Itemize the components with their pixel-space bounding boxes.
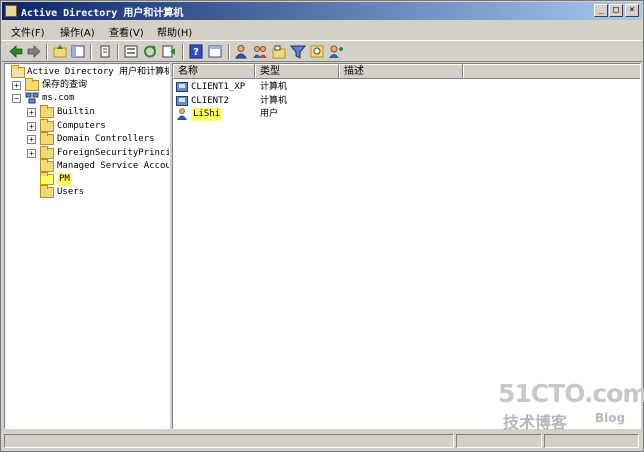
status-cell-main	[4, 434, 454, 448]
status-bar	[2, 432, 642, 450]
menu-bar: 文件(F) 操作(A) 查看(V) 帮助(H)	[2, 21, 642, 39]
user-icon	[177, 108, 187, 120]
minimize-button[interactable]: _	[594, 4, 608, 17]
show-hide-console-icon[interactable]	[207, 44, 223, 59]
svg-text:?: ?	[193, 47, 199, 58]
add-to-group-icon[interactable]	[328, 44, 344, 59]
help-icon[interactable]: ?	[188, 44, 204, 59]
tree-item-label: Managed Service Accour	[57, 161, 170, 171]
tree-item-users[interactable]: Users	[5, 185, 169, 199]
tree-item-label: ForeignSecurityPrincip	[57, 148, 170, 158]
tree-item-label: 保存的查询	[42, 80, 88, 90]
computer-icon	[176, 82, 188, 92]
tree-item-label: Builtin	[57, 107, 95, 117]
computer-icon	[176, 96, 188, 106]
menu-file[interactable]: 文件(F)	[11, 24, 45, 39]
list-item-name: CLIENT1_XP	[191, 82, 246, 92]
show-tree-icon[interactable]	[70, 44, 86, 59]
status-cell	[544, 434, 639, 448]
folder-icon	[40, 159, 54, 172]
tree-item-builtin[interactable]: + Builtin	[5, 105, 169, 119]
mmc-window: Active Directory 用户和计算机 _ □ × 文件(F) 操作(A…	[0, 0, 644, 452]
toolbar-separator	[182, 44, 184, 60]
list-item-type: 计算机	[260, 82, 288, 92]
maximize-button[interactable]: □	[609, 4, 623, 17]
tree-pane[interactable]: Active Directory 用户和计算机 + 保存的查询 − ms.com…	[4, 63, 170, 429]
status-cell	[456, 434, 542, 448]
watermark-logo: 51CTO.com	[498, 379, 644, 408]
filter-icon[interactable]	[290, 44, 306, 59]
menu-help[interactable]: 帮助(H)	[157, 24, 192, 39]
tree-item-label: Users	[57, 187, 85, 197]
console-root-icon	[11, 65, 25, 78]
toolbar-separator	[228, 44, 230, 60]
toolbar: ?	[2, 40, 642, 62]
expand-icon[interactable]: +	[27, 108, 36, 117]
expand-icon[interactable]: +	[27, 135, 36, 144]
tree-item-domain[interactable]: − ms.com	[5, 92, 169, 105]
expand-icon[interactable]: +	[27, 122, 36, 131]
toolbar-separator	[46, 44, 48, 60]
expand-icon[interactable]: +	[12, 81, 21, 90]
tree-item-managed-service-accounts[interactable]: Managed Service Accour	[5, 159, 170, 173]
up-folder-icon[interactable]	[52, 44, 68, 59]
watermark-blog: Blog	[595, 411, 626, 425]
list-item-name: CLIENT2	[191, 96, 229, 106]
tree-item-saved-queries[interactable]: + 保存的查询	[5, 78, 169, 92]
folder-icon	[40, 119, 54, 132]
new-user-icon[interactable]	[233, 44, 249, 59]
title-bar[interactable]: Active Directory 用户和计算机 _ □ ×	[2, 2, 642, 20]
tree-item-label: Computers	[57, 121, 106, 131]
column-header-empty	[463, 64, 640, 79]
folder-icon	[40, 146, 54, 159]
folder-icon	[40, 185, 54, 198]
list-item[interactable]: LiShi 用户	[175, 108, 475, 121]
window-title: Active Directory 用户和计算机	[21, 8, 184, 19]
forward-icon[interactable]	[26, 44, 42, 59]
tree-item-label: ms.com	[42, 93, 75, 103]
list-item-type: 用户	[260, 109, 279, 119]
menu-action[interactable]: 操作(A)	[60, 24, 95, 39]
toolbar-separator	[117, 44, 119, 60]
folder-icon	[40, 105, 54, 118]
new-group-icon[interactable]	[252, 44, 268, 59]
column-header-description[interactable]: 描述	[339, 64, 463, 79]
tree-item-foreign-security-principals[interactable]: + ForeignSecurityPrincip	[5, 146, 170, 160]
ou-folder-icon	[40, 172, 54, 185]
collapse-icon[interactable]: −	[12, 94, 21, 103]
list-item-name: LiShi	[191, 108, 223, 121]
tree-item-computers[interactable]: + Computers	[5, 119, 169, 133]
menu-view[interactable]: 查看(V)	[109, 24, 144, 39]
column-header-name[interactable]: 名称	[173, 64, 255, 79]
refresh-icon[interactable]	[142, 44, 158, 59]
new-ou-icon[interactable]	[271, 44, 287, 59]
back-icon[interactable]	[8, 44, 24, 59]
list-item-type: 计算机	[260, 96, 288, 106]
tree-item-domain-controllers[interactable]: + Domain Controllers	[5, 132, 169, 146]
tree-item-label: PM	[57, 173, 72, 186]
list-item[interactable]: CLIENT2 计算机	[175, 95, 475, 108]
expand-icon[interactable]: +	[27, 149, 36, 158]
column-header-type[interactable]: 类型	[255, 64, 339, 79]
watermark-subtitle: 技术博客	[503, 413, 568, 432]
tree-item-pm[interactable]: PM	[5, 172, 169, 186]
toolbar-separator	[90, 44, 92, 60]
list-item[interactable]: CLIENT1_XP 计算机	[175, 81, 475, 94]
tree-item-label: Domain Controllers	[57, 134, 155, 144]
export-list-icon[interactable]	[161, 44, 177, 59]
ou-folder-icon	[40, 132, 54, 145]
copy-icon[interactable]	[97, 44, 113, 59]
close-button[interactable]: ×	[625, 4, 639, 17]
app-icon	[5, 5, 17, 17]
properties-icon[interactable]	[123, 44, 139, 59]
folder-icon	[25, 78, 39, 91]
list-pane[interactable]: 名称 类型 描述 CLIENT1_XP 计算机 CLIENT2 计算机 LiSh…	[172, 63, 641, 429]
find-icon[interactable]	[309, 44, 325, 59]
tree-root-label: Active Directory 用户和计算机	[27, 67, 170, 77]
domain-icon	[25, 92, 39, 104]
